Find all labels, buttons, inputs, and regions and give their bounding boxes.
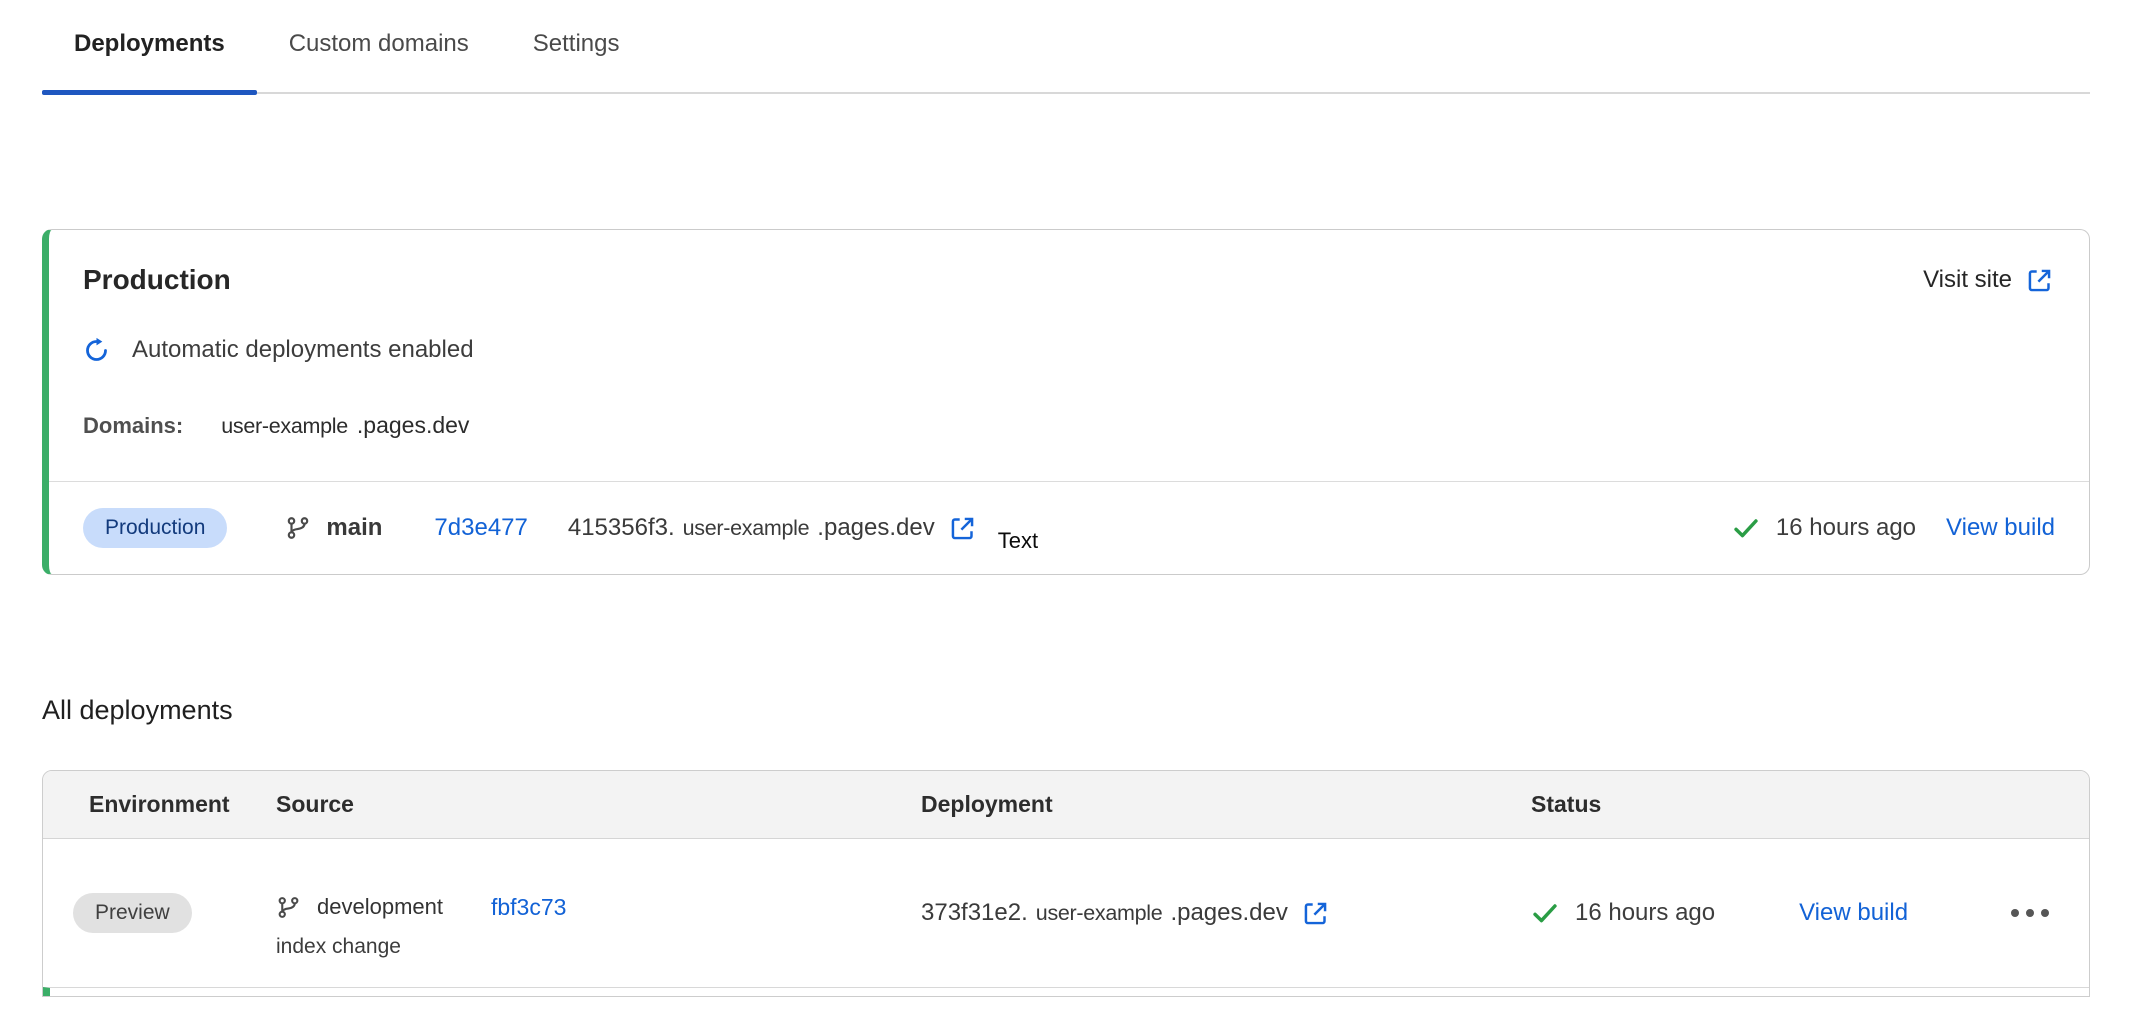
refresh-icon xyxy=(83,337,110,364)
all-deployments-heading: All deployments xyxy=(42,695,2090,726)
branch-name: main xyxy=(326,514,382,542)
production-deployment-info: Production main 7d3e477 415356f3. user-e… xyxy=(83,502,1038,554)
domains-row: Domains: user-example .pages.dev xyxy=(49,412,2089,439)
external-link-icon[interactable] xyxy=(1302,900,1329,927)
domain-name: user-example xyxy=(221,414,348,438)
deployment-url-name: user-example xyxy=(1036,901,1163,926)
deployment-url: 415356f3. user-example .pages.dev xyxy=(568,514,976,542)
branch-name: development xyxy=(317,894,443,920)
auto-deployments-status: Automatic deployments enabled xyxy=(49,336,2089,364)
deployment-url-prefix: 373f31e2. xyxy=(921,899,1028,927)
deployments-table: Environment Source Deployment Status Pre… xyxy=(42,770,2090,997)
domain-suffix: .pages.dev xyxy=(357,412,470,438)
column-environment: Environment xyxy=(89,791,276,818)
visit-site-label: Visit site xyxy=(1923,266,2012,294)
auto-deployments-text: Automatic deployments enabled xyxy=(132,336,474,364)
environment-badge-preview: Preview xyxy=(73,893,192,933)
status-cell: 16 hours ago View build xyxy=(1531,899,2089,927)
table-header-row: Environment Source Deployment Status xyxy=(43,771,2089,839)
view-build-link[interactable]: View build xyxy=(1799,899,1908,927)
git-branch-icon xyxy=(276,895,301,920)
external-link-icon xyxy=(2026,267,2053,294)
source-cell: development fbf3c73 index change xyxy=(276,839,921,987)
visit-site-link[interactable]: Visit site xyxy=(1923,266,2053,294)
production-deployment-status: 16 hours ago View build xyxy=(1732,514,2055,542)
production-card: Production Visit site Automatic deployme… xyxy=(42,229,2090,575)
deployment-time: 16 hours ago xyxy=(1776,514,1916,542)
domains-label: Domains: xyxy=(83,413,183,439)
tab-deployments[interactable]: Deployments xyxy=(42,0,257,92)
environment-badge-production: Production xyxy=(83,508,227,548)
tab-settings[interactable]: Settings xyxy=(501,0,652,92)
success-check-icon xyxy=(1531,899,1559,927)
commit-link[interactable]: fbf3c73 xyxy=(491,894,566,921)
column-deployment: Deployment xyxy=(921,791,1531,818)
source-branch-line: development fbf3c73 xyxy=(276,885,921,929)
branch-group: main xyxy=(285,514,382,542)
more-options-icon[interactable] xyxy=(2011,909,2049,917)
deployment-url-suffix: .pages.dev xyxy=(1170,899,1287,927)
view-build-link[interactable]: View build xyxy=(1946,514,2055,542)
domain-value: user-example .pages.dev xyxy=(221,412,469,439)
environment-cell: Preview xyxy=(89,893,276,933)
external-link-icon[interactable] xyxy=(949,515,976,542)
deployment-url-prefix: 415356f3. xyxy=(568,514,675,542)
production-deployment-row: Production main 7d3e477 415356f3. user-e… xyxy=(49,482,2089,574)
tab-bar: Deployments Custom domains Settings xyxy=(42,0,2090,94)
next-row-partial xyxy=(43,987,2089,996)
deployment-url-suffix: .pages.dev xyxy=(817,514,934,542)
table-row: Preview development fbf3c73 index change… xyxy=(43,839,2089,987)
tab-custom-domains[interactable]: Custom domains xyxy=(257,0,501,92)
deployment-time: 16 hours ago xyxy=(1575,899,1715,927)
production-card-header: Production Visit site xyxy=(49,230,2089,296)
deployment-url-name: user-example xyxy=(683,516,810,541)
production-title: Production xyxy=(83,264,231,296)
column-status: Status xyxy=(1531,791,2089,818)
note-label: Text xyxy=(998,528,1038,554)
column-source: Source xyxy=(276,791,921,818)
success-check-icon xyxy=(1732,514,1760,542)
commit-link[interactable]: 7d3e477 xyxy=(434,514,527,542)
commit-message: index change xyxy=(276,935,921,959)
deployment-cell: 373f31e2. user-example .pages.dev xyxy=(921,899,1531,927)
git-branch-icon xyxy=(285,515,311,541)
